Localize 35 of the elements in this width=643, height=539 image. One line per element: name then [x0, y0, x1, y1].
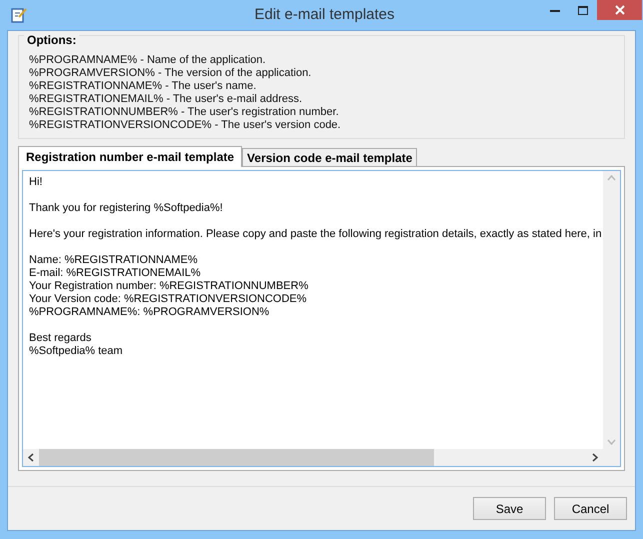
option-line: %REGISTRATIONNAME% - The user's name.	[29, 80, 258, 93]
template-line: Your Registration number: %REGISTRATIONNUMBER%	[29, 280, 308, 293]
horizontal-scrollbar[interactable]	[23, 449, 620, 466]
group-title: Options:	[24, 33, 80, 47]
scroll-up-icon	[607, 175, 616, 181]
minimize-icon	[550, 8, 560, 12]
scroll-down-icon	[607, 439, 616, 445]
app-icon	[10, 6, 28, 24]
template-editor[interactable]	[22, 170, 621, 467]
close-icon	[614, 5, 624, 15]
template-line: Here's your registration information. Please copy and paste the following registration details, exactly as stated here, in	[29, 228, 602, 241]
scrollbar-thumb[interactable]	[39, 449, 434, 466]
template-line: %Softpedia% team	[29, 345, 123, 358]
vertical-scrollbar[interactable]	[603, 171, 620, 449]
dialog-button[interactable]: Cancel	[554, 497, 627, 520]
template-line: %PROGRAMNAME%: %PROGRAMVERSION%	[29, 306, 270, 319]
scroll-left-icon	[28, 453, 34, 462]
option-line: %REGISTRATIONEMAIL% - The user's e-mail address.	[29, 93, 304, 106]
template-line: E-mail: %REGISTRATIONEMAIL%	[29, 267, 201, 280]
template-line: Your Version code: %REGISTRATIONVERSIONCODE%	[29, 293, 307, 306]
dialog-button[interactable]: Save	[473, 497, 546, 520]
tab[interactable]: Registration number e-mail template	[18, 146, 242, 167]
option-line: %REGISTRATIONVERSIONCODE% - The user's version code.	[29, 119, 342, 132]
window-title: Edit e-mail templates	[254, 4, 395, 25]
template-line: Hi!	[29, 176, 42, 189]
close-button[interactable]	[597, 0, 642, 20]
template-line: Name: %REGISTRATIONNAME%	[29, 254, 198, 267]
scroll-right-icon	[592, 453, 598, 462]
maximize-icon	[578, 6, 588, 14]
option-line: %REGISTRATIONNUMBER% - The user's registration number.	[29, 106, 340, 119]
option-line: %PROGRAMNAME% - Name of the application.	[29, 54, 267, 67]
option-line: %PROGRAMVERSION% - The version of the application.	[29, 67, 312, 80]
tab[interactable]: Version code e-mail template	[242, 148, 418, 166]
template-line: Thank you for registering %Softpedia%!	[29, 202, 223, 215]
template-line: Best regards	[29, 332, 92, 345]
